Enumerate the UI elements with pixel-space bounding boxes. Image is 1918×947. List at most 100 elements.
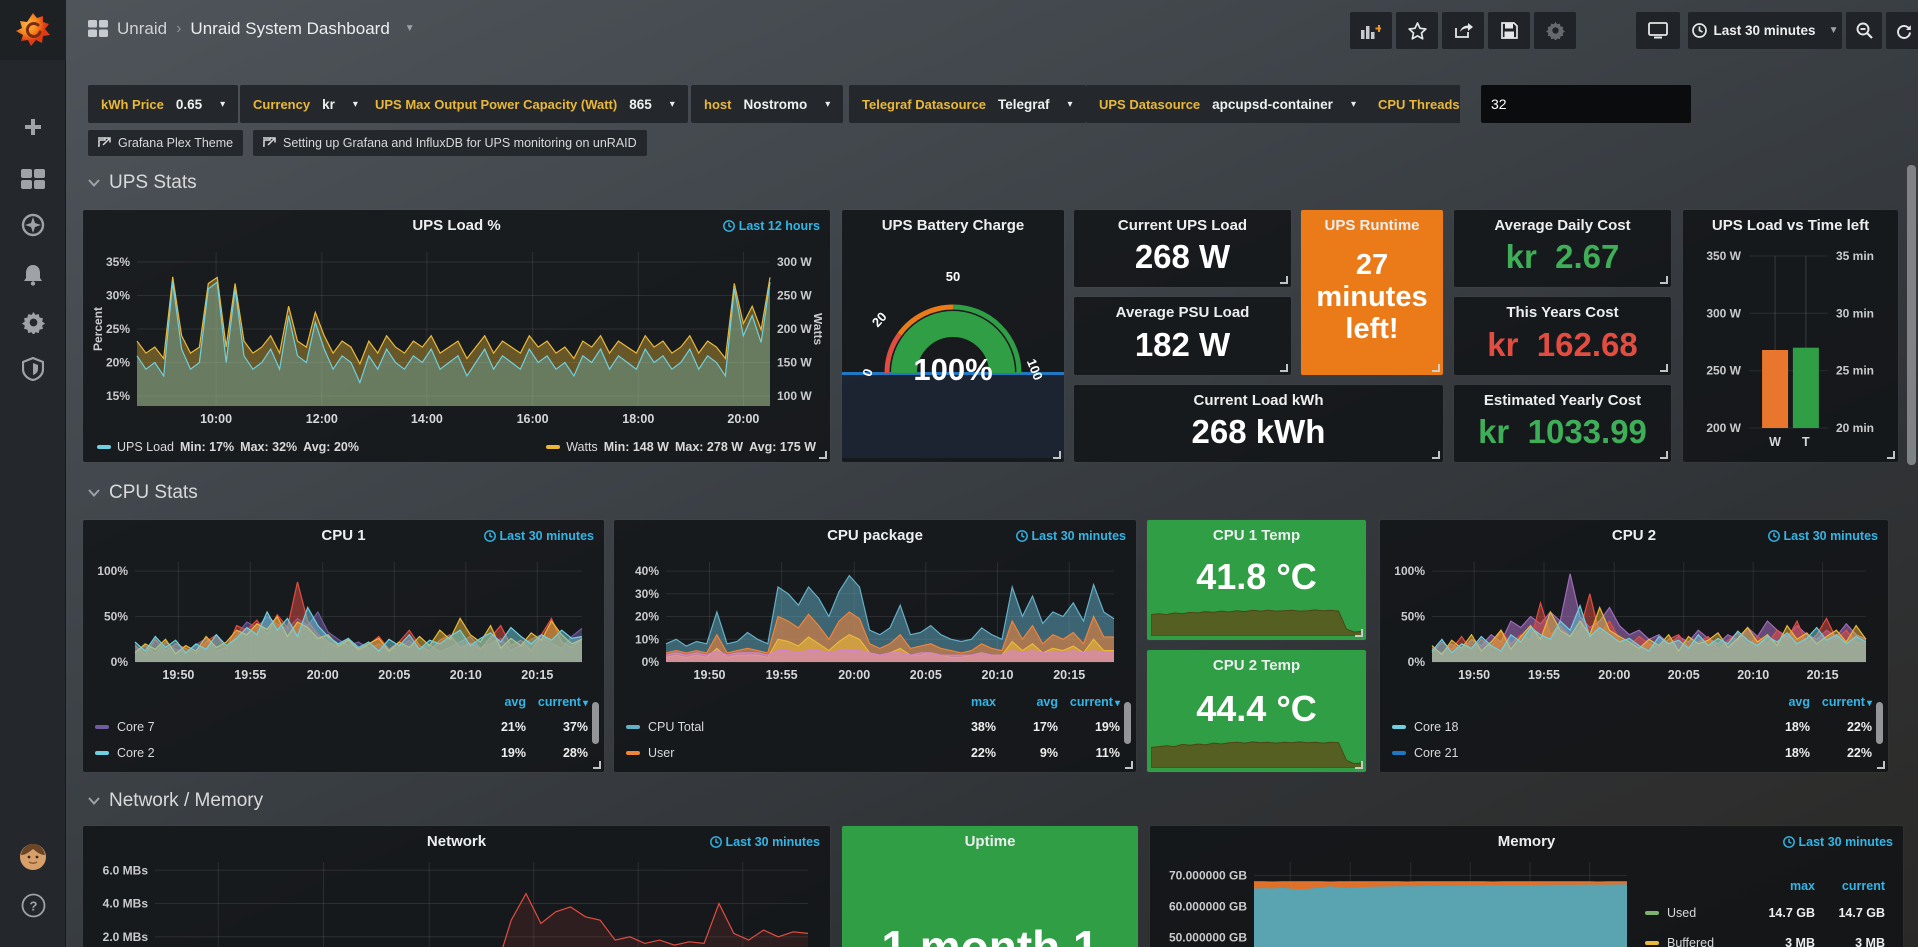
panel-time-range[interactable]: Last 30 minutes [484, 529, 594, 543]
cpu2-chart[interactable]: 0%50%100%19:5019:5520:0020:0520:1020:15 [1388, 554, 1880, 688]
time-range-picker[interactable]: Last 30 minutes ▼ [1688, 12, 1842, 49]
cpu1-chart[interactable]: 0%50%100%19:5019:5520:0020:0520:1020:15 [91, 554, 596, 688]
variable-ups-max-power[interactable]: UPS Max Output Power Capacity (Watt) 865… [362, 85, 688, 123]
variable-kwh-price[interactable]: kWh Price 0.65 ▾ [88, 85, 238, 123]
svg-text:19:55: 19:55 [234, 668, 266, 682]
save-button[interactable] [1488, 12, 1530, 49]
variable-value: apcupsd-container [1212, 97, 1333, 112]
stat-value: 27 minutes left! [1301, 250, 1443, 346]
legend-col-current[interactable]: current [526, 695, 588, 709]
panel-time-range[interactable]: Last 30 minutes [1783, 835, 1893, 849]
breadcrumb-page[interactable]: Unraid System Dashboard [190, 19, 389, 39]
legend-row[interactable]: Core 2118%22% [1392, 740, 1872, 766]
explore-compass-icon[interactable] [0, 208, 66, 242]
panel-title[interactable]: UPS Battery Charge [850, 217, 1056, 234]
svg-text:50.000000 GB: 50.000000 GB [1169, 931, 1247, 945]
legend-scrollbar[interactable] [592, 702, 599, 744]
legend-col-avg[interactable]: avg [1748, 695, 1810, 709]
panel-time-range[interactable]: Last 12 hours [723, 219, 820, 233]
cpu-threads-input[interactable] [1481, 85, 1691, 123]
panel-title[interactable]: CPU 2 Temp [1155, 657, 1358, 674]
legend-row[interactable]: Used14.7 GB14.7 GB [1645, 898, 1885, 928]
zoom-out-button[interactable] [1846, 12, 1882, 49]
grafana-logo[interactable] [0, 0, 66, 60]
panel-ups-runtime: UPS Runtime 27 minutes left! [1301, 210, 1443, 375]
add-panel-button[interactable] [1350, 12, 1392, 49]
legend-col-max[interactable]: max [1745, 879, 1815, 893]
legend-row[interactable]: Buffered3 MB3 MB [1645, 928, 1885, 947]
panel-title[interactable]: CPU 1 Temp [1155, 527, 1358, 544]
share-button[interactable] [1442, 12, 1484, 49]
memory-chart[interactable]: 50.000000 GB60.000000 GB70.000000 GB19:5… [1158, 856, 1637, 947]
help-question-icon[interactable]: ? [0, 888, 66, 922]
cycle-view-button[interactable] [1636, 12, 1680, 49]
network-chart[interactable]: 2.0 MBs4.0 MBs6.0 MBs19:5019:5520:0020:0… [91, 856, 822, 947]
variable-currency[interactable]: Currency kr ▾ [240, 85, 371, 123]
cpu-package-chart[interactable]: 0%10%20%30%40%19:5019:5520:0020:0520:102… [622, 554, 1128, 688]
variable-host[interactable]: host Nostromo ▾ [691, 85, 843, 123]
refresh-picker[interactable]: 5s ▼ [1886, 12, 1918, 49]
page-scrollbar[interactable] [1907, 165, 1916, 465]
variable-value: kr [322, 97, 335, 112]
panel-title[interactable]: Current UPS Load [1082, 217, 1283, 234]
legend-col-current[interactable]: current [1058, 695, 1120, 709]
link-ups-monitoring-guide[interactable]: Setting up Grafana and InfluxDB for UPS … [253, 130, 647, 156]
panel-title[interactable]: Network [113, 833, 800, 850]
server-admin-shield-icon[interactable] [0, 352, 66, 386]
dashboard-settings-button[interactable] [1534, 12, 1576, 49]
svg-text:150 W: 150 W [777, 356, 812, 370]
ups-load-legend: UPS Load Min: 17% Max: 32% Avg: 20% Watt… [97, 440, 816, 454]
legend-col-current[interactable]: current [1815, 879, 1885, 893]
dashboards-grid-icon[interactable] [0, 162, 66, 196]
alerting-bell-icon[interactable] [0, 257, 66, 291]
panel-title[interactable]: This Years Cost [1462, 304, 1663, 321]
legend-col-avg[interactable]: avg [996, 695, 1058, 709]
variable-label: CPU Threads [1378, 97, 1460, 112]
panel-title[interactable]: Current Load kWh [1104, 392, 1413, 409]
section-cpu-stats[interactable]: CPU Stats [88, 482, 198, 504]
legend-row[interactable]: Core 219%28% [95, 740, 588, 766]
star-button[interactable] [1396, 12, 1438, 49]
gauge-value: 100% [842, 352, 1064, 388]
panel-title[interactable]: Average PSU Load [1082, 304, 1283, 321]
legend-swatch [546, 445, 560, 449]
link-grafana-plex-theme[interactable]: Grafana Plex Theme [88, 130, 243, 156]
breadcrumb-section[interactable]: Unraid [117, 19, 167, 39]
panel-time-range[interactable]: Last 30 minutes [710, 835, 820, 849]
legend-row[interactable]: Core 1818%22% [1392, 714, 1872, 740]
breadcrumb[interactable]: Unraid › Unraid System Dashboard ▼ [88, 0, 415, 57]
panel-title[interactable]: Uptime [872, 833, 1108, 850]
svg-text:30%: 30% [106, 289, 130, 303]
panel-title[interactable]: Estimated Yearly Cost [1462, 392, 1663, 409]
add-icon[interactable] [0, 110, 66, 144]
ups-load-chart[interactable]: 15%100 W20%150 W25%200 W30%250 W35%300 W… [91, 244, 822, 432]
configuration-gear-icon[interactable] [0, 305, 66, 339]
panel-title[interactable]: Average Daily Cost [1462, 217, 1663, 234]
panel-time-range[interactable]: Last 30 minutes [1016, 529, 1126, 543]
panel-time-range[interactable]: Last 30 minutes [1768, 529, 1878, 543]
load-vs-time-chart[interactable]: 200 W20 min250 W25 min300 W30 min350 W35… [1683, 210, 1898, 462]
legend-scrollbar[interactable] [1124, 702, 1131, 744]
breadcrumb-separator: › [176, 20, 181, 38]
legend-col-avg[interactable]: avg [464, 695, 526, 709]
section-network-memory[interactable]: Network / Memory [88, 790, 263, 812]
legend-row[interactable]: User22%9%11% [626, 740, 1120, 766]
user-avatar[interactable] [0, 840, 66, 874]
stat-value: 182 W [1074, 326, 1291, 364]
legend-scrollbar[interactable] [1876, 702, 1883, 744]
panel-title[interactable]: UPS Runtime [1305, 217, 1439, 234]
panel-title[interactable]: Memory [1180, 833, 1873, 850]
section-ups-stats[interactable]: UPS Stats [88, 172, 197, 194]
battery-gauge[interactable] [842, 240, 1064, 425]
variable-ups-datasource[interactable]: UPS Datasource apcupsd-container ▾ [1086, 85, 1369, 123]
legend-col-current[interactable]: current [1810, 695, 1872, 709]
legend-swatch [626, 725, 640, 729]
panel-title[interactable]: UPS Load % [113, 217, 800, 234]
legend-row[interactable]: CPU Total38%17%19% [626, 714, 1120, 740]
legend-col-max[interactable]: max [934, 695, 996, 709]
chevron-down-icon: ▾ [353, 99, 358, 110]
variable-telegraf-datasource[interactable]: Telegraf Datasource Telegraf ▾ [849, 85, 1086, 123]
legend-row[interactable]: Core 721%37% [95, 714, 588, 740]
chevron-down-icon[interactable]: ▼ [405, 23, 415, 34]
svg-text:20:15: 20:15 [1053, 668, 1085, 682]
